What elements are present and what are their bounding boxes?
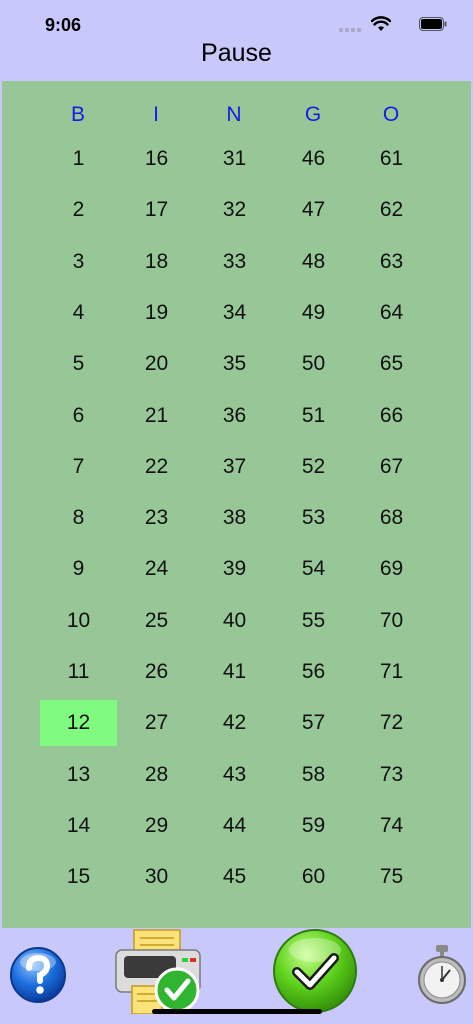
bingo-number-cell[interactable]: 28 [118,752,195,798]
bingo-number-cell[interactable]: 33 [196,239,273,285]
status-bar: 9:06 [0,0,473,44]
bingo-number-cell[interactable]: 41 [196,649,273,695]
bingo-number-cell[interactable]: 1 [40,136,117,182]
bingo-number-cell[interactable]: 51 [275,393,352,439]
column-header-i: I [153,103,159,126]
bingo-number-cell[interactable]: 9 [40,546,117,592]
stopwatch-icon[interactable] [414,944,470,1004]
bingo-number-cell[interactable]: 53 [275,495,352,541]
bingo-number-cell[interactable]: 47 [275,187,352,233]
help-icon[interactable] [9,946,67,1004]
bingo-number-cell[interactable]: 66 [353,393,430,439]
bingo-number-cell[interactable]: 8 [40,495,117,541]
bingo-number-cell[interactable]: 63 [353,239,430,285]
bingo-number-cell[interactable]: 11 [40,649,117,695]
bingo-number-cell[interactable]: 74 [353,803,430,849]
bingo-number-cell[interactable]: 72 [353,700,430,746]
bingo-number-cell[interactable]: 61 [353,136,430,182]
bingo-number-cell[interactable]: 22 [118,444,195,490]
battery-icon [419,17,447,31]
bingo-number-cell[interactable]: 3 [40,239,117,285]
bingo-number-cell[interactable]: 24 [118,546,195,592]
bingo-number-cell[interactable]: 37 [196,444,273,490]
bingo-number-cell[interactable]: 19 [118,290,195,336]
bingo-number-cell[interactable]: 54 [275,546,352,592]
wifi-icon [371,16,391,31]
bingo-number-cell[interactable]: 73 [353,752,430,798]
bingo-number-cell[interactable]: 60 [275,854,352,900]
bingo-number-cell[interactable]: 16 [118,136,195,182]
bingo-number-cell[interactable]: 57 [275,700,352,746]
green-check-icon[interactable] [272,928,358,1014]
bingo-number-cell[interactable]: 34 [196,290,273,336]
bingo-number-cell[interactable]: 50 [275,341,352,387]
bingo-number-cell[interactable]: 25 [118,598,195,644]
bingo-number-cell[interactable]: 12 [40,700,117,747]
bingo-number-cell[interactable]: 20 [118,341,195,387]
bingo-number-cell[interactable]: 59 [275,803,352,849]
bingo-number-cell[interactable]: 65 [353,341,430,387]
bingo-number-cell[interactable]: 69 [353,546,430,592]
bingo-number-cell[interactable]: 6 [40,393,117,439]
bingo-number-cell[interactable]: 36 [196,393,273,439]
bingo-number-cell[interactable]: 58 [275,752,352,798]
bingo-number-cell[interactable]: 45 [196,854,273,900]
bingo-number-cell[interactable]: 21 [118,393,195,439]
bingo-number-cell[interactable]: 15 [40,854,117,900]
bingo-number-cell[interactable]: 38 [196,495,273,541]
bingo-number-cell[interactable]: 44 [196,803,273,849]
bingo-number-cell[interactable]: 18 [118,239,195,285]
bingo-number-cell[interactable]: 35 [196,341,273,387]
bingo-number-cell[interactable]: 5 [40,341,117,387]
bingo-number-cell[interactable]: 31 [196,136,273,182]
bingo-number-cell[interactable]: 2 [40,187,117,233]
home-indicator [152,1009,322,1014]
column-header-n: N [226,103,242,126]
bingo-number-cell[interactable]: 40 [196,598,273,644]
bingo-number-cell[interactable]: 7 [40,444,117,490]
status-time: 9:06 [45,15,82,35]
bingo-number-cell[interactable]: 13 [40,752,117,798]
bingo-number-cell[interactable]: 49 [275,290,352,336]
page-title: Pause [201,39,272,67]
bingo-number-cell[interactable]: 70 [353,598,430,644]
bingo-number-cell[interactable]: 48 [275,239,352,285]
column-header-o: O [382,103,400,126]
bingo-number-cell[interactable]: 26 [118,649,195,695]
bingo-number-cell[interactable]: 56 [275,649,352,695]
cellular-signal-icon [339,28,361,32]
bingo-number-cell[interactable]: 39 [196,546,273,592]
bingo-number-cell[interactable]: 52 [275,444,352,490]
bingo-number-cell[interactable]: 42 [196,700,273,746]
bingo-number-cell[interactable]: 67 [353,444,430,490]
bingo-number-cell[interactable]: 32 [196,187,273,233]
bingo-number-cell[interactable]: 46 [275,136,352,182]
bingo-number-cell[interactable]: 10 [40,598,117,644]
bingo-number-cell[interactable]: 55 [275,598,352,644]
bingo-number-cell[interactable]: 27 [118,700,195,746]
bingo-number-cell[interactable]: 30 [118,854,195,900]
bingo-number-cell[interactable]: 62 [353,187,430,233]
bingo-number-cell[interactable]: 4 [40,290,117,336]
bingo-number-cell[interactable]: 43 [196,752,273,798]
bingo-number-cell[interactable]: 68 [353,495,430,541]
bingo-number-cell[interactable]: 23 [118,495,195,541]
printer-check-icon[interactable] [112,928,204,1014]
bingo-number-cell[interactable]: 14 [40,803,117,849]
bingo-number-cell[interactable]: 17 [118,187,195,233]
bingo-number-cell[interactable]: 71 [353,649,430,695]
bingo-number-cell[interactable]: 29 [118,803,195,849]
column-header-b: B [70,103,85,126]
column-header-g: G [304,103,322,126]
bingo-number-cell[interactable]: 75 [353,854,430,900]
bingo-number-cell[interactable]: 64 [353,290,430,336]
